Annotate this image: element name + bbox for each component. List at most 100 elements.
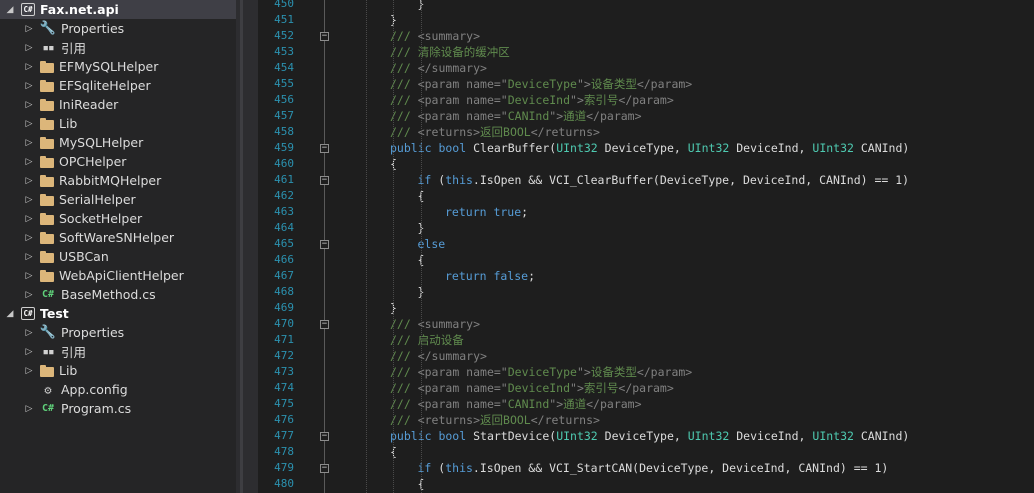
collapsed-arrow-icon[interactable]: ▷ xyxy=(24,347,34,357)
collapse-region-icon[interactable]: − xyxy=(320,464,329,473)
collapsed-arrow-icon[interactable]: ▷ xyxy=(24,252,34,262)
tree-item-引用[interactable]: ▷ ▪▪ 引用 xyxy=(0,38,236,57)
tree-item-basemethod-cs[interactable]: ▷ C# BaseMethod.cs xyxy=(0,285,236,304)
collapsed-arrow-icon[interactable]: ▷ xyxy=(24,328,34,338)
collapsed-arrow-icon[interactable]: ▷ xyxy=(24,195,34,205)
code-line[interactable]: /// 启动设备 xyxy=(390,332,464,348)
code-line[interactable]: /// <summary> xyxy=(390,316,480,332)
code-line[interactable]: else xyxy=(418,236,446,252)
code-line[interactable]: if (this.IsOpen && VCI_ClearBuffer(Devic… xyxy=(418,172,910,188)
collapsed-arrow-icon[interactable]: ▷ xyxy=(24,271,34,281)
tree-item-fax-net-api[interactable]: ◢ C# Fax.net.api xyxy=(0,0,236,19)
code-line[interactable]: if (this.IsOpen && VCI_StartCAN(DeviceTy… xyxy=(418,460,889,476)
collapsed-arrow-icon[interactable]: ▷ xyxy=(24,119,34,129)
tree-item-label: SerialHelper xyxy=(59,192,136,207)
collapsed-arrow-icon[interactable]: ▷ xyxy=(24,62,34,72)
code-line[interactable]: /// <param name="DeviceInd">索引号</param> xyxy=(390,92,674,108)
collapsed-arrow-icon[interactable]: ▷ xyxy=(24,404,34,414)
tree-item-lib[interactable]: ▷ Lib xyxy=(0,114,236,133)
keyword-token: public bool xyxy=(390,141,474,155)
tree-item-sockethelper[interactable]: ▷ SocketHelper xyxy=(0,209,236,228)
code-line[interactable]: public bool StartDevice(UInt32 DeviceTyp… xyxy=(390,428,909,444)
line-number: 465 xyxy=(274,237,294,250)
collapsed-arrow-icon[interactable]: ▷ xyxy=(24,233,34,243)
collapsed-arrow-icon[interactable]: ▷ xyxy=(24,81,34,91)
doc-comment-token: /// 清除设备的缓冲区 xyxy=(390,45,510,59)
tree-item-opchelper[interactable]: ▷ OPCHelper xyxy=(0,152,236,171)
collapsed-arrow-icon[interactable]: ▷ xyxy=(24,24,34,34)
keyword-token: this xyxy=(445,461,473,475)
line-number: 473 xyxy=(274,365,294,378)
code-line[interactable]: return false; xyxy=(445,268,535,284)
collapsed-arrow-icon[interactable]: ▷ xyxy=(24,214,34,224)
code-line[interactable]: /// <param name="DeviceType">设备类型</param… xyxy=(390,364,692,380)
tree-item-引用[interactable]: ▷ ▪▪ 引用 xyxy=(0,342,236,361)
tree-item-program-cs[interactable]: ▷ C# Program.cs xyxy=(0,399,236,418)
tree-item-inireader[interactable]: ▷ IniReader xyxy=(0,95,236,114)
tree-item-softwaresnhelper[interactable]: ▷ SoftWareSNHelper xyxy=(0,228,236,247)
tree-item-mysqlhelper[interactable]: ▷ MySQLHelper xyxy=(0,133,236,152)
code-line[interactable]: return true; xyxy=(445,204,528,220)
xml-tag-token: "> xyxy=(549,109,564,123)
solution-explorer: ◢ C# Fax.net.api ▷ 🔧 Properties ▷ ▪▪ 引用 ▷ EFMySQLH… xyxy=(0,0,236,493)
line-number: 469 xyxy=(274,301,294,314)
code-line[interactable]: /// </summary> xyxy=(390,348,487,364)
code-line[interactable]: public bool ClearBuffer(UInt32 DeviceTyp… xyxy=(390,140,909,156)
line-number: 471 xyxy=(274,333,294,346)
code-line[interactable]: /// <param name="DeviceInd">索引号</param> xyxy=(390,380,674,396)
tree-item-properties[interactable]: ▷ 🔧 Properties xyxy=(0,323,236,342)
tree-item-efsqlitehelper[interactable]: ▷ EFSqliteHelper xyxy=(0,76,236,95)
code-token: ( xyxy=(431,173,446,187)
tree-item-lib[interactable]: ▷ Lib xyxy=(0,361,236,380)
expanded-arrow-icon[interactable]: ◢ xyxy=(5,309,15,319)
folder-icon xyxy=(40,231,54,244)
code-line[interactable]: /// <param name="DeviceType">设备类型</param… xyxy=(390,76,692,92)
tree-item-app-config[interactable]: ⚙ App.config xyxy=(0,380,236,399)
collapsed-arrow-icon[interactable]: ▷ xyxy=(24,43,34,53)
xml-tag-token: <param name=" xyxy=(417,109,508,123)
tree-item-webapiclienthelper[interactable]: ▷ WebApiClientHelper xyxy=(0,266,236,285)
tree-item-efmysqlhelper[interactable]: ▷ EFMySQLHelper xyxy=(0,57,236,76)
collapse-region-icon[interactable]: − xyxy=(320,176,329,185)
tree-item-serialhelper[interactable]: ▷ SerialHelper xyxy=(0,190,236,209)
type-token: UInt32 xyxy=(556,141,598,155)
code-line[interactable]: /// <param name="CANInd">通道</param> xyxy=(390,108,642,124)
line-number: 462 xyxy=(274,189,294,202)
code-line[interactable]: /// 清除设备的缓冲区 xyxy=(390,44,510,60)
code-editor[interactable]: }}/// <summary>/// 清除设备的缓冲区/// </summary… xyxy=(335,0,1034,493)
collapsed-arrow-icon[interactable]: ▷ xyxy=(24,176,34,186)
code-line[interactable]: /// </summary> xyxy=(390,60,487,76)
collapsed-arrow-icon[interactable]: ▷ xyxy=(24,100,34,110)
collapse-region-icon[interactable]: − xyxy=(320,320,329,329)
tree-item-label: App.config xyxy=(61,382,128,397)
expanded-arrow-icon[interactable]: ◢ xyxy=(5,5,15,15)
line-number: 478 xyxy=(274,445,294,458)
tree-item-label: RabbitMQHelper xyxy=(59,173,162,188)
collapsed-arrow-icon[interactable]: ▷ xyxy=(24,157,34,167)
xml-tag-token: </param> xyxy=(618,381,674,395)
collapse-region-icon[interactable]: − xyxy=(320,144,329,153)
collapse-region-icon[interactable]: − xyxy=(320,240,329,249)
line-number: 472 xyxy=(274,349,294,362)
collapse-region-icon[interactable]: − xyxy=(320,432,329,441)
tree-item-properties[interactable]: ▷ 🔧 Properties xyxy=(0,19,236,38)
collapsed-arrow-icon[interactable]: ▷ xyxy=(24,138,34,148)
code-line[interactable]: /// <param name="CANInd">通道</param> xyxy=(390,396,642,412)
collapse-region-icon[interactable]: − xyxy=(320,32,329,41)
line-number: 451 xyxy=(274,13,294,26)
line-number: 479 xyxy=(274,461,294,474)
code-line[interactable]: /// <summary> xyxy=(390,28,480,44)
xml-tag-token: "> xyxy=(576,365,591,379)
tree-item-test[interactable]: ◢ C# Test xyxy=(0,304,236,323)
tree-item-usbcan[interactable]: ▷ USBCan xyxy=(0,247,236,266)
line-number: 461 xyxy=(274,173,294,186)
tree-item-rabbitmqhelper[interactable]: ▷ RabbitMQHelper xyxy=(0,171,236,190)
collapsed-arrow-icon[interactable]: ▷ xyxy=(24,366,34,376)
type-token: UInt32 xyxy=(687,141,730,155)
xml-tag-token: <param name=" xyxy=(417,93,508,107)
splitter-grip[interactable] xyxy=(240,0,243,493)
xml-tag-token: "> xyxy=(549,397,564,411)
doc-comment-token: 返回BOOL xyxy=(480,125,531,139)
doc-comment-token: 设备类型 xyxy=(590,365,637,379)
collapsed-arrow-icon[interactable]: ▷ xyxy=(24,290,34,300)
